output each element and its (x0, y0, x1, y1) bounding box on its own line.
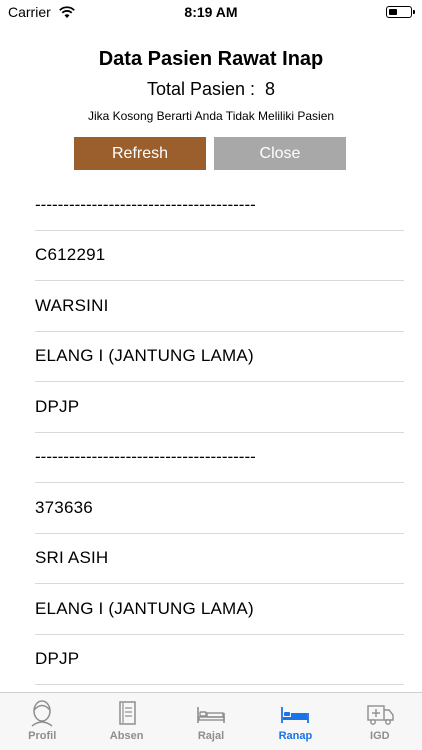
list-item[interactable]: WARSINI (35, 281, 404, 332)
patient-list[interactable]: --------------------------------------- … (0, 180, 422, 692)
refresh-button[interactable]: Refresh (74, 137, 206, 170)
tab-label: Absen (109, 730, 144, 742)
tab-label: Profil (28, 730, 57, 742)
list-separator: --------------------------------------- (35, 180, 404, 231)
status-bar: Carrier 8:19 AM (0, 0, 422, 24)
total-value: 8 (265, 79, 276, 99)
tab-profil[interactable]: Profil (0, 693, 84, 750)
close-button[interactable]: Close (214, 137, 346, 170)
list-item[interactable]: SRI ASIH (35, 534, 404, 584)
clock: 8:19 AM (184, 4, 238, 20)
battery-icon (386, 6, 415, 18)
tab-absen[interactable]: Absen (84, 693, 168, 750)
list-item[interactable]: C612291 (35, 231, 404, 281)
tab-label: IGD (370, 730, 390, 742)
tab-rajal[interactable]: Rajal (169, 693, 253, 750)
tab-label: Ranap (278, 730, 313, 742)
bed-icon (197, 707, 225, 723)
list-item[interactable]: DPJP (35, 635, 404, 685)
profile-icon (31, 700, 53, 727)
tab-ranap[interactable]: Ranap (253, 693, 337, 750)
empty-hint: Jika Kosong Berarti Anda Tidak Meliliki … (87, 109, 335, 123)
page-header: Data Pasien Rawat Inap Total Pasien : 8 J… (0, 44, 422, 124)
tab-bar: Profil Absen Rajal Ranap IGD (0, 692, 422, 750)
total-patients: Total Pasien : 8 (0, 76, 422, 102)
list-item[interactable]: ELANG I (JANTUNG LAMA) (35, 584, 404, 635)
list-separator: --------------------------------------- (35, 433, 404, 483)
list-item[interactable]: 373636 (35, 483, 404, 534)
tab-igd[interactable]: IGD (338, 693, 422, 750)
total-label: Total Pasien : (146, 79, 256, 99)
list-item[interactable]: DPJP (35, 382, 404, 433)
list-item[interactable]: ELANG I (JANTUNG LAMA) (35, 332, 404, 382)
notebook-icon (118, 701, 136, 725)
bed-icon (281, 707, 310, 723)
tab-label: Rajal (197, 730, 225, 742)
page-title: Data Pasien Rawat Inap (98, 48, 324, 70)
ambulance-icon (367, 705, 394, 725)
